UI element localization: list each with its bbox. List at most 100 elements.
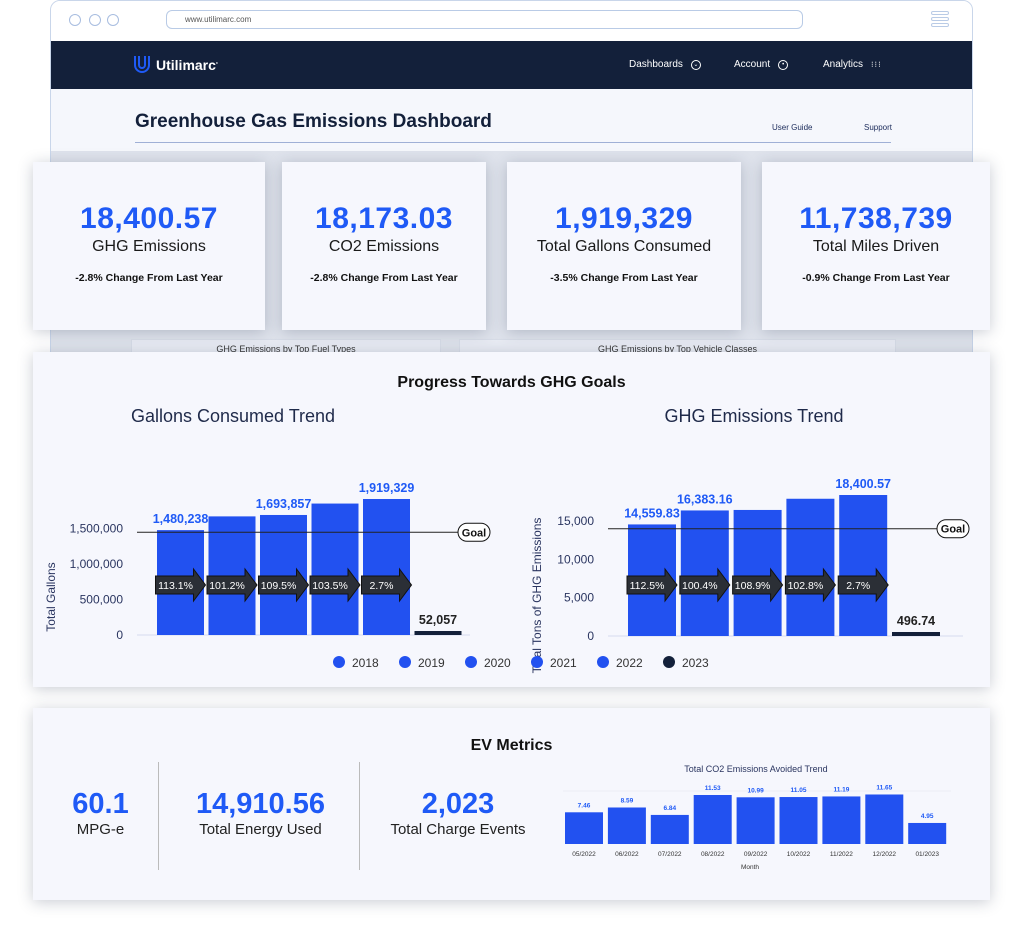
kpi-label: GHG Emissions: [92, 238, 206, 255]
y-tick-label: 1,500,000: [70, 522, 124, 536]
change-label: 2.7%: [370, 580, 394, 592]
data-label: 1,693,857: [256, 497, 312, 511]
goal-charts: Gallons Consumed Trend Total Gallons 0 500,…: [44, 406, 970, 674]
co2-avoided-chart: Total CO2 Emissions Avoided Trend 7.46 05/…: [563, 764, 951, 871]
x-tick-label: 10/2022: [787, 851, 811, 858]
kpi-label: Total Gallons Consumed: [536, 238, 712, 255]
y-tick-label: 15,000: [557, 514, 594, 528]
address-bar[interactable]: www.utilimarc.com: [166, 10, 803, 29]
nav-analytics[interactable]: Analytics ⁝⁝⁝: [823, 59, 882, 70]
legend-label: 2023: [682, 656, 709, 670]
bar-12/2022: [865, 794, 904, 844]
nav-account-label: Account: [734, 59, 771, 70]
data-label: 6.84: [663, 805, 676, 812]
legend-label: 2022: [616, 656, 643, 670]
data-label: 14,559.83: [624, 506, 680, 520]
goal-label: Goal: [941, 524, 965, 536]
bar-2021: [786, 498, 835, 636]
brand-name: Utilimarc: [156, 57, 216, 73]
window-maximize-dot[interactable]: [107, 14, 119, 26]
kpi-change: -3.5% Change From Last Year: [550, 272, 698, 284]
top-navbar: Utilimarc ° Dashboards ⌄ Account • Analytic…: [51, 41, 972, 89]
bar-07/2022: [650, 814, 689, 844]
y-axis-label: Total Tons of GHG Emissions: [530, 518, 544, 674]
legend-label: 2020: [484, 656, 511, 670]
kpi-change: -2.8% Change From Last Year: [75, 272, 223, 284]
chart-title: GHG Emissions Trend: [664, 406, 843, 426]
x-tick-label: 05/2022: [572, 851, 596, 858]
kpi-value: 18,173.03: [315, 202, 453, 235]
kpi-value: 11,738,739: [799, 202, 953, 235]
goal-label: Goal: [462, 527, 486, 539]
change-label: 108.9%: [735, 580, 771, 592]
bar-2021: [311, 503, 359, 635]
data-label: 8.59: [621, 797, 634, 804]
kpi-change: -0.9% Change From Last Year: [802, 272, 950, 284]
bar-09/2022: [736, 797, 775, 844]
user-circle-icon: •: [778, 59, 789, 70]
data-label: 7.46: [578, 802, 591, 809]
x-tick-label: 06/2022: [615, 851, 639, 858]
bar-2022: [839, 495, 888, 636]
data-label: 11.65: [876, 784, 892, 791]
change-label: 103.5%: [312, 580, 348, 592]
data-label: 496.74: [897, 614, 935, 628]
y-axis-label: Total Gallons: [44, 562, 58, 631]
window-close-dot[interactable]: [69, 14, 81, 26]
x-tick-label: 08/2022: [701, 851, 725, 858]
bar-08/2022: [693, 794, 732, 844]
browser-toolbar: www.utilimarc.com: [51, 1, 972, 41]
kpi-label: Total Miles Driven: [812, 238, 940, 255]
bar-2022: [363, 499, 410, 635]
change-label: 2.7%: [846, 580, 870, 592]
utilimarc-logo-icon: [134, 56, 150, 73]
nav-account[interactable]: Account •: [734, 59, 789, 70]
y-tick-label: 10,000: [557, 552, 594, 566]
data-label: 1,480,238: [153, 512, 209, 526]
kpi-card-ghg: 18,400.57 GHG Emissions -2.8% Change From …: [33, 162, 265, 330]
y-tick-label: 1,000,000: [70, 557, 124, 571]
page-title: Greenhouse Gas Emissions Dashboard: [135, 111, 492, 132]
change-label: 100.4%: [682, 580, 718, 592]
bar-01/2023: [908, 822, 947, 844]
y-tick-label: 0: [116, 628, 123, 642]
data-label: 1,919,329: [359, 481, 415, 495]
header-divider: [135, 142, 891, 143]
grid-dots-icon: ⁝⁝⁝: [871, 59, 882, 69]
bar-06/2022: [607, 807, 646, 844]
change-label: 101.2%: [209, 580, 245, 592]
data-label: 16,383.16: [677, 492, 733, 506]
legend-dot-2018: [333, 656, 345, 668]
brand-logo[interactable]: Utilimarc °: [133, 55, 218, 75]
x-tick-label: 12/2022: [873, 851, 897, 858]
user-guide-link[interactable]: User Guide: [772, 123, 812, 132]
kpi-value: 1,919,329: [555, 202, 693, 235]
legend-dot-2023: [663, 656, 675, 668]
change-label: 102.8%: [788, 580, 824, 592]
bar-10/2022: [779, 797, 818, 844]
x-tick-label: 11/2022: [830, 851, 853, 858]
bar-05/2022: [565, 812, 603, 844]
ev-panel: EV Metrics 60.1 MPG-e 14,910.56 Total Ener…: [33, 708, 990, 900]
kpi-label: CO2 Emissions: [328, 238, 440, 255]
nav-dashboards[interactable]: Dashboards ⌄: [629, 59, 701, 70]
progress-panel: Progress Towards GHG Goals Gallons Consu…: [33, 352, 990, 687]
data-label: 11.53: [705, 785, 721, 792]
kpi-card-co2: 18,173.03 CO2 Emissions -2.8% Change From …: [282, 162, 486, 330]
kpi-card-miles: 11,738,739 Total Miles Driven -0.9% Change…: [762, 162, 990, 330]
chevron-circle-down-icon: ⌄: [690, 59, 701, 70]
x-tick-label: 07/2022: [658, 851, 682, 858]
legend-dot-2021: [531, 656, 543, 668]
chart-title: Total CO2 Emissions Avoided Trend: [684, 764, 827, 774]
bar-2023: [892, 632, 940, 636]
y-tick-label: 500,000: [80, 593, 124, 607]
kpi-card-gallons: 1,919,329 Total Gallons Consumed -3.5% Cha…: [507, 162, 741, 330]
y-tick-label: 0: [587, 629, 594, 643]
change-label: 113.1%: [158, 580, 193, 592]
legend-dot-2019: [399, 656, 411, 668]
x-axis-label: Month: [741, 864, 759, 871]
window-minimize-dot[interactable]: [89, 14, 101, 26]
kpi-change: -2.8% Change From Last Year: [310, 272, 458, 284]
support-link[interactable]: Support: [864, 123, 892, 132]
x-tick-label: 09/2022: [744, 851, 768, 858]
